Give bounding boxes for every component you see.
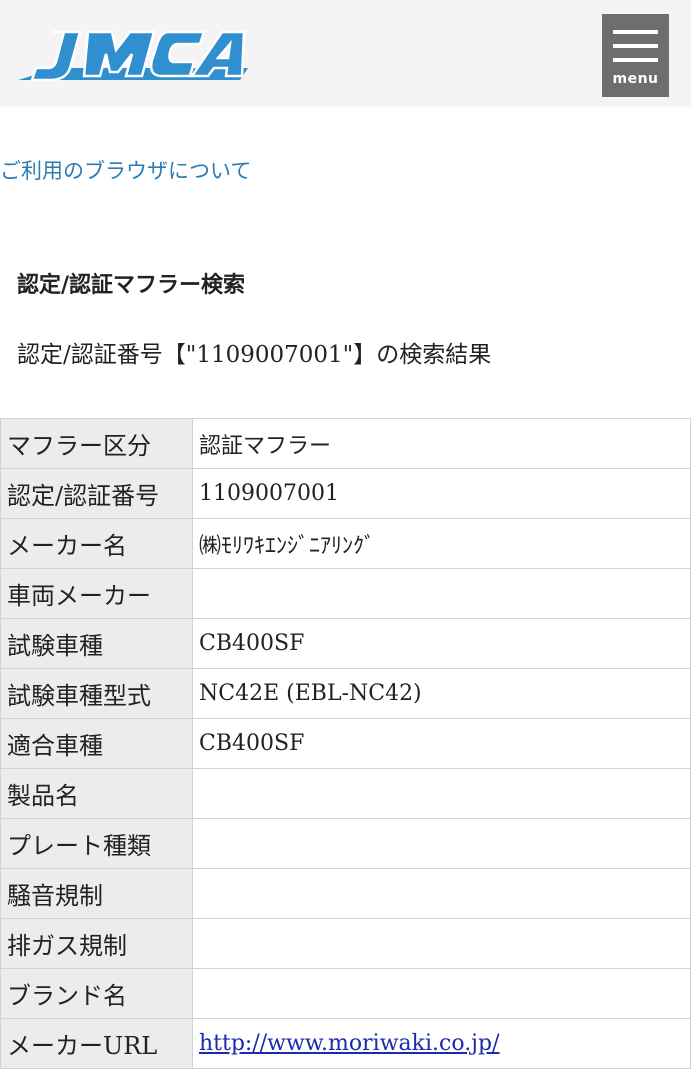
row-value xyxy=(192,868,691,919)
menu-label: menu xyxy=(612,71,659,87)
row-label: 車両メーカー xyxy=(0,568,193,619)
table-row: 試験車種 CB400SF xyxy=(0,618,691,669)
row-value: NC42E (EBL-NC42) xyxy=(192,668,691,719)
row-label: 認定/認証番号 xyxy=(0,468,193,519)
jmca-logo[interactable] xyxy=(18,28,248,86)
row-value: 認証マフラー xyxy=(192,418,691,469)
result-table: マフラー区分 認証マフラー 認定/認証番号 1109007001 メーカー名 ㈱… xyxy=(0,418,691,1069)
table-row: メーカー名 ㈱ﾓﾘﾜｷｴﾝｼﾞﾆｱﾘﾝｸﾞ xyxy=(0,518,691,569)
row-label: 製品名 xyxy=(0,768,193,819)
hamburger-icon xyxy=(613,44,658,48)
table-row: 車両メーカー xyxy=(0,568,691,619)
row-value xyxy=(192,968,691,1019)
row-label: 排ガス規制 xyxy=(0,918,193,969)
browser-info-link[interactable]: ご利用のブラウザについて xyxy=(0,155,251,185)
table-row: メーカーURL http://www.moriwaki.co.jp/ xyxy=(0,1018,691,1069)
row-value xyxy=(192,818,691,869)
row-label: 試験車種型式 xyxy=(0,668,193,719)
row-value: CB400SF xyxy=(192,618,691,669)
row-label: マフラー区分 xyxy=(0,418,193,469)
table-row: プレート種類 xyxy=(0,818,691,869)
row-label: メーカー名 xyxy=(0,518,193,569)
search-result-caption: 認定/認証番号【"1109007001"】の検索結果 xyxy=(17,342,492,368)
row-value: 1109007001 xyxy=(192,468,691,519)
row-value: http://www.moriwaki.co.jp/ xyxy=(192,1018,691,1069)
row-value: CB400SF xyxy=(192,718,691,769)
table-row: 適合車種 CB400SF xyxy=(0,718,691,769)
table-row: マフラー区分 認証マフラー xyxy=(0,418,691,469)
row-label: 騒音規制 xyxy=(0,868,193,919)
row-label: 適合車種 xyxy=(0,718,193,769)
table-row: 騒音規制 xyxy=(0,868,691,919)
table-row: ブランド名 xyxy=(0,968,691,1019)
site-header: menu xyxy=(0,0,691,107)
row-value xyxy=(192,568,691,619)
row-label: 試験車種 xyxy=(0,618,193,669)
table-row: 認定/認証番号 1109007001 xyxy=(0,468,691,519)
table-row: 排ガス規制 xyxy=(0,918,691,969)
row-label: メーカーURL xyxy=(0,1018,193,1069)
row-value xyxy=(192,918,691,969)
table-row: 製品名 xyxy=(0,768,691,819)
row-value xyxy=(192,768,691,819)
hamburger-icon xyxy=(613,30,658,34)
row-label: プレート種類 xyxy=(0,818,193,869)
menu-button[interactable]: menu xyxy=(602,14,669,97)
row-label: ブランド名 xyxy=(0,968,193,1019)
section-title: 認定/認証マフラー検索 xyxy=(17,272,246,298)
table-row: 試験車種型式 NC42E (EBL-NC42) xyxy=(0,668,691,719)
maker-url-link[interactable]: http://www.moriwaki.co.jp/ xyxy=(199,1031,500,1056)
hamburger-icon xyxy=(613,58,658,62)
row-value: ㈱ﾓﾘﾜｷｴﾝｼﾞﾆｱﾘﾝｸﾞ xyxy=(192,518,691,569)
